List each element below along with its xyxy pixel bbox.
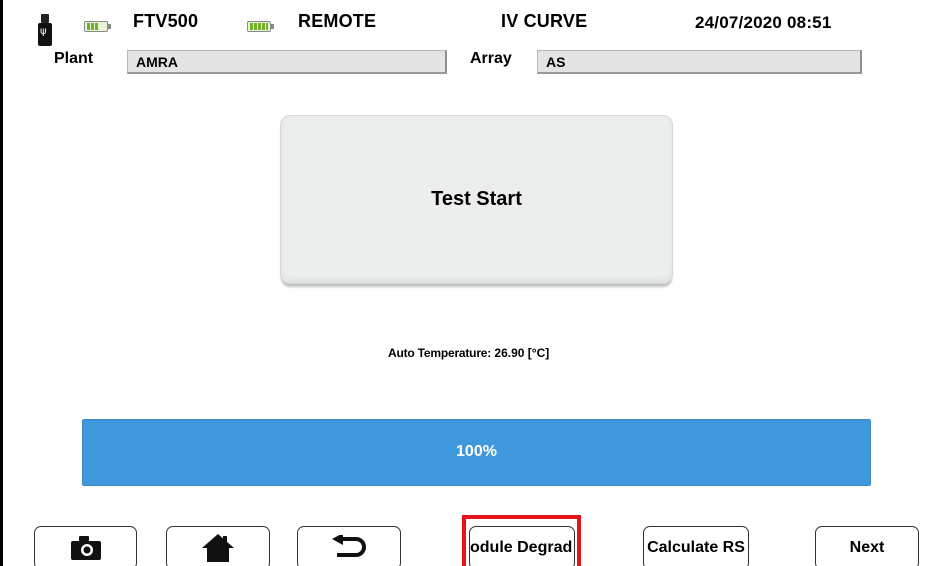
home-button[interactable] [166,526,270,566]
array-label: Array [470,50,512,67]
module-degradation-label: odule Degrad [470,539,573,556]
progress-bar: 100% [82,419,871,486]
usb-drive-icon: ψ [38,14,52,46]
screen: ψ FTV500 REMOTE IV CURVE 24/07/2020 08:5… [0,0,931,566]
back-button[interactable] [297,526,401,566]
back-arrow-icon [332,535,366,557]
auto-temperature: Auto Temperature: 26.90 [°C] [388,346,549,360]
screen-title: IV CURVE [501,11,588,31]
calculate-rs-button[interactable]: Calculate RS [643,526,749,566]
datetime: 24/07/2020 08:51 [695,13,832,32]
device-name: FTV500 [133,11,199,31]
next-button[interactable]: Next [815,526,919,566]
header-bar: ψ FTV500 REMOTE IV CURVE 24/07/2020 08:5… [0,0,931,48]
screen-edge [0,0,3,566]
battery-device-icon [84,21,111,32]
plant-label: Plant [54,50,94,67]
battery-remote-icon [247,21,274,32]
mode-label: REMOTE [298,11,377,31]
next-label: Next [849,539,885,556]
plant-field[interactable]: AMRA [127,50,447,74]
calculate-rs-label: Calculate RS [647,539,745,556]
auto-temperature-label: Auto Temperature: [388,346,492,360]
home-icon [202,534,234,562]
progress-text: 100% [456,443,497,460]
auto-temperature-value: 26.90 [°C] [494,346,550,360]
test-start-button[interactable]: Test Start [280,115,673,284]
module-degradation-button[interactable]: odule Degrad [469,526,575,566]
camera-icon [70,536,101,560]
camera-button[interactable] [34,526,137,566]
array-field[interactable]: AS [537,50,862,74]
